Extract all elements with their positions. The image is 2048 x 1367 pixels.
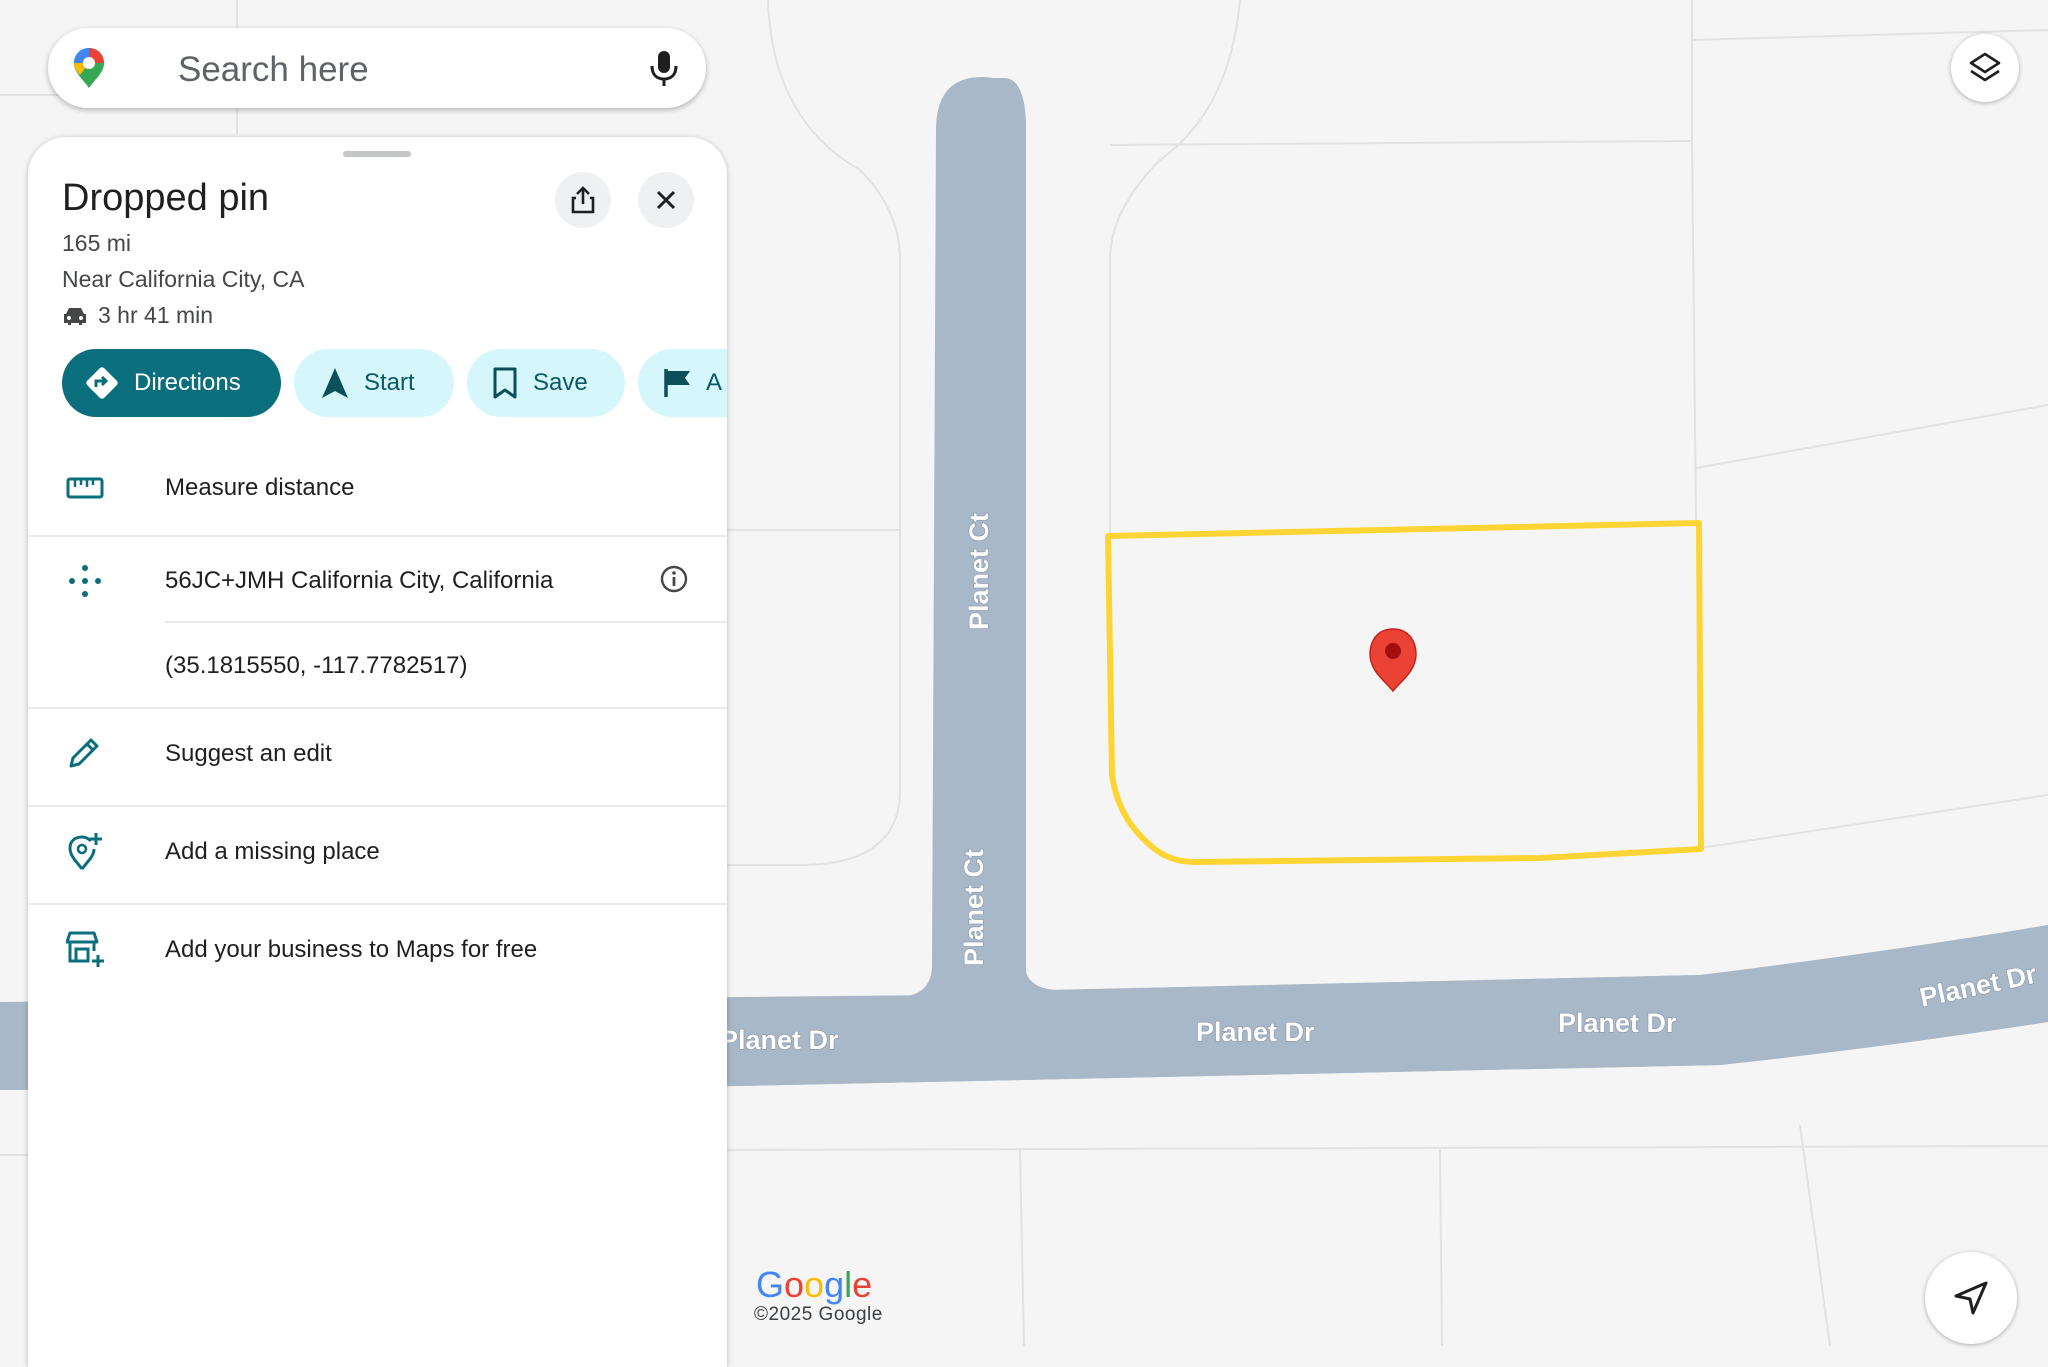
save-button[interactable]: Save: [467, 349, 625, 417]
layers-button[interactable]: [1951, 34, 2019, 102]
plus-code-icon: [69, 565, 101, 597]
add-business-label: Add your business to Maps for free: [165, 936, 538, 963]
street-label-planet-dr-3: Planet Dr: [1558, 1008, 1677, 1038]
start-button[interactable]: Start: [294, 349, 454, 417]
directions-icon: [86, 367, 118, 399]
bookmark-icon: [493, 367, 517, 399]
navigation-arrow-icon: [322, 368, 348, 398]
divider: [28, 535, 727, 537]
my-location-button[interactable]: [1925, 1252, 2017, 1344]
add-place-icon: [68, 833, 102, 870]
suggest-edit-label: Suggest an edit: [165, 740, 332, 767]
directions-button[interactable]: Directions: [62, 349, 281, 417]
suggest-edit-row[interactable]: Suggest an edit: [28, 733, 727, 803]
microphone-icon[interactable]: [644, 48, 684, 90]
drag-handle[interactable]: [343, 151, 411, 157]
divider: [28, 805, 727, 807]
drive-time-text: 3 hr 41 min: [98, 302, 214, 328]
add-label-label: A: [706, 369, 723, 396]
street-label-planet-dr-2: Planet Dr: [1196, 1017, 1315, 1047]
car-icon: [64, 307, 86, 325]
near-text: Near California City, CA: [62, 266, 305, 292]
street-label-planet-ct-upper: Planet Ct: [964, 513, 994, 630]
place-title: Dropped pin: [62, 177, 270, 219]
search-input[interactable]: Search here: [178, 50, 369, 90]
search-bar[interactable]: Search here: [48, 28, 706, 108]
layers-icon: [1969, 52, 2001, 82]
street-label-planet-ct-lower: Planet Ct: [959, 849, 989, 966]
directions-label: Directions: [134, 369, 241, 396]
coordinates-text: (35.1815550, -117.7782517): [165, 652, 468, 679]
action-chips: Directions Start Save A: [62, 349, 727, 419]
add-missing-place-row[interactable]: Add a missing place: [28, 831, 727, 901]
distance-text: 165 mi: [62, 230, 132, 256]
street-label-planet-dr-1: Planet Dr: [720, 1025, 839, 1055]
plus-code-row[interactable]: 56JC+JMH California City, California: [28, 562, 727, 622]
flag-icon: [664, 369, 690, 397]
measure-distance-row[interactable]: Measure distance: [28, 455, 727, 555]
close-icon: [656, 190, 676, 210]
location-arrow-icon: [1954, 1281, 1988, 1315]
divider: [28, 707, 727, 709]
add-label-button[interactable]: A: [638, 349, 727, 417]
measure-distance-label: Measure distance: [165, 474, 355, 501]
plus-code-text: 56JC+JMH California City, California: [165, 567, 554, 594]
place-details-panel: Dropped pin 165 mi Near California City,…: [28, 137, 727, 1367]
save-label: Save: [533, 369, 588, 396]
info-icon[interactable]: [659, 564, 689, 594]
add-business-icon: [66, 931, 104, 967]
google-maps-logo-icon: [74, 48, 104, 88]
divider: [165, 621, 727, 623]
share-button[interactable]: [555, 172, 611, 228]
drive-time: 3 hr 41 min: [62, 302, 213, 329]
add-missing-place-label: Add a missing place: [165, 838, 380, 865]
copyright-text: ©2025 Google: [754, 1304, 883, 1325]
divider: [28, 903, 727, 905]
start-label: Start: [364, 369, 415, 396]
ruler-icon: [66, 477, 104, 499]
close-button[interactable]: [638, 172, 694, 228]
coordinates-row[interactable]: (35.1815550, -117.7782517): [28, 647, 727, 707]
pencil-icon: [69, 738, 99, 768]
google-logo: Google: [756, 1264, 873, 1305]
add-business-row[interactable]: Add your business to Maps for free: [28, 929, 727, 999]
share-icon: [571, 186, 595, 214]
